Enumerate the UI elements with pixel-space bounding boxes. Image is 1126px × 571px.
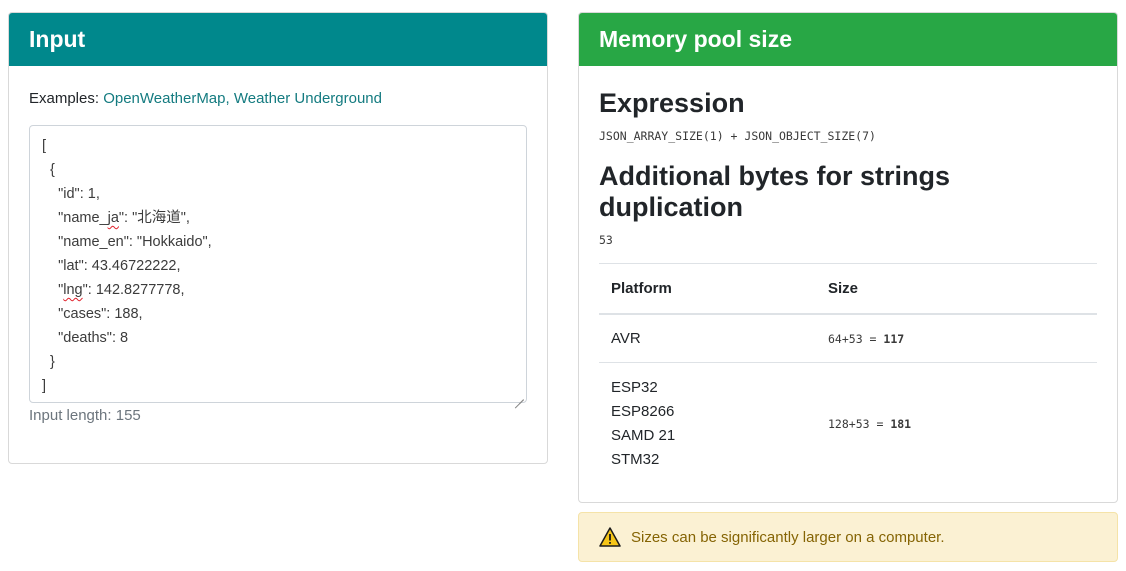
size-column-header: Size [816, 263, 1097, 315]
warning-text: Sizes can be significantly larger on a c… [631, 528, 945, 546]
additional-bytes-value: 53 [599, 233, 613, 247]
input-card-title: Input [29, 26, 86, 52]
json-line: ] [42, 378, 47, 394]
size-result: 181 [890, 416, 912, 431]
warning-alert: Sizes can be significantly larger on a c… [578, 512, 1118, 562]
example-link-openweathermap[interactable]: OpenWeatherMap, [103, 90, 229, 107]
json-line: "id": 1, [42, 186, 100, 202]
table-header-row: Platform Size [599, 263, 1097, 315]
json-line: { [42, 162, 55, 178]
size-result: 117 [883, 331, 905, 346]
warning-icon [599, 527, 621, 547]
platform-cell: AVR [599, 313, 816, 363]
json-line: "cases": 188, [42, 306, 143, 322]
platform-name: STM32 [611, 450, 660, 468]
json-line: "name_ja": "北海道", [42, 210, 190, 226]
size-cell: 128+53 = 181 [816, 363, 1097, 485]
platform-size-table: Platform Size AVR 64+53 = 117 ESP32 ESP8… [599, 263, 1097, 485]
platform-column-header: Platform [599, 263, 816, 315]
json-line: } [42, 354, 55, 370]
platform-name: SAMD 21 [611, 426, 676, 444]
size-cell: 64+53 = 117 [816, 313, 1097, 363]
memory-pool-card-title: Memory pool size [599, 26, 792, 52]
expression-code: JSON_ARRAY_SIZE(1) + JSON_OBJECT_SIZE(7) [599, 129, 876, 143]
table-row: ESP32 ESP8266 SAMD 21 STM32 128+53 = 181 [599, 363, 1097, 485]
json-line: [ [42, 138, 47, 154]
json-line: "lng": 142.8277778, [42, 282, 185, 298]
example-link-weather-underground[interactable]: Weather Underground [234, 90, 382, 107]
platform-name: ESP32 [611, 378, 658, 396]
platform-name: ESP8266 [611, 402, 675, 420]
additional-bytes-heading: Additional bytes for strings duplication [599, 161, 951, 222]
memory-pool-card: Memory pool size Expression JSON_ARRAY_S… [578, 12, 1118, 503]
size-formula: 128+53 = [828, 416, 891, 431]
size-formula: 64+53 = [828, 331, 884, 346]
memory-pool-card-header: Memory pool size [579, 13, 1117, 66]
platform-cell: ESP32 ESP8266 SAMD 21 STM32 [599, 363, 816, 485]
platform-name: AVR [611, 329, 641, 347]
input-card: Input Examples: OpenWeatherMap, Weather … [8, 12, 548, 464]
json-line: "name_en": "Hokkaido", [42, 234, 212, 250]
json-line: "lat": 43.46722222, [42, 258, 181, 274]
expression-heading: Expression [599, 88, 745, 118]
json-input-textarea[interactable]: [ { "id": 1, "name_ja": "北海道", "name_en"… [29, 125, 527, 403]
examples-line: Examples: OpenWeatherMap, Weather Underg… [29, 90, 527, 107]
examples-label: Examples: [29, 90, 100, 107]
table-row: AVR 64+53 = 117 [599, 313, 1097, 363]
input-card-header: Input [9, 13, 547, 66]
resize-handle-icon[interactable] [514, 390, 524, 400]
input-length: Input length: 155 [29, 407, 141, 424]
json-line: "deaths": 8 [42, 330, 129, 346]
